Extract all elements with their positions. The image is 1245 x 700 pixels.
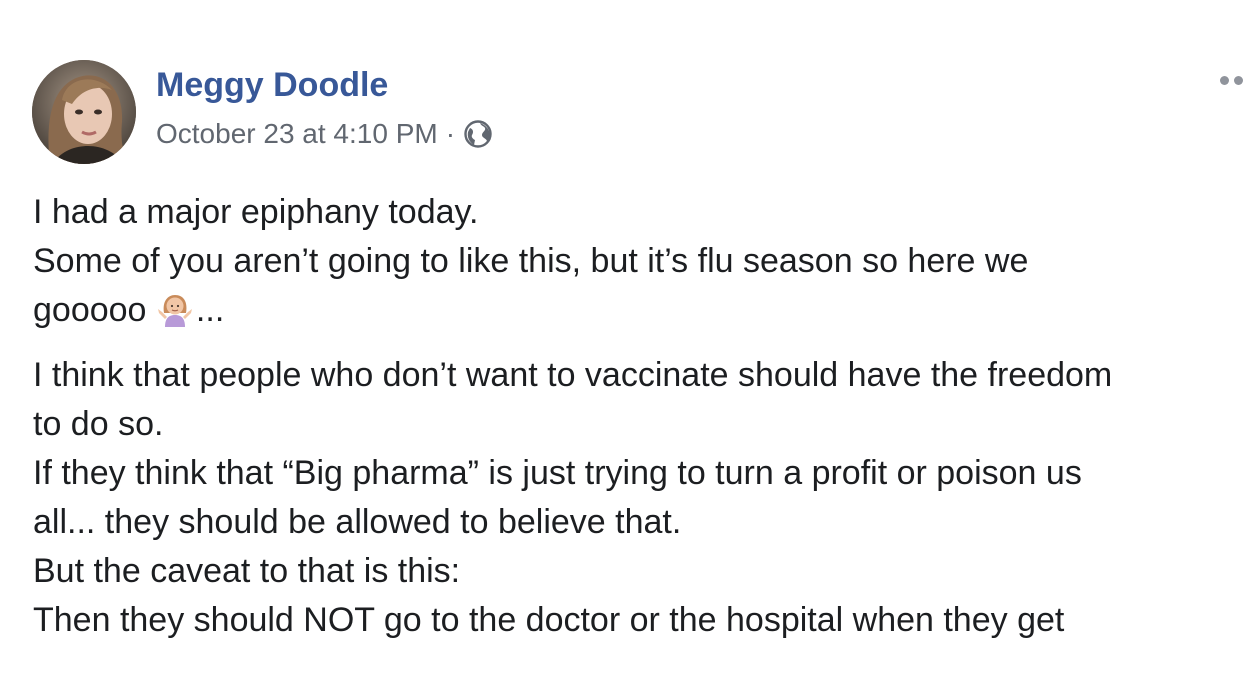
post-line: Some of you aren’t going to like this, b…: [33, 242, 1029, 280]
woman-shrugging-emoji-icon: [156, 291, 194, 329]
globe-icon[interactable]: [463, 119, 493, 149]
facebook-post: Meggy Doodle October 23 at 4:10 PM · I h…: [0, 0, 1245, 700]
post-timestamp[interactable]: October 23 at 4:10 PM: [156, 118, 438, 150]
avatar[interactable]: [32, 60, 136, 164]
post-line-text: gooooo: [33, 291, 147, 329]
post-line: I think that people who don’t want to va…: [33, 356, 1113, 394]
post-body: I had a major epiphany today. Some of yo…: [33, 188, 1238, 645]
post-line: Then they should NOT go to the doctor or…: [33, 601, 1065, 639]
post-line: But the caveat to that is this:: [33, 552, 461, 590]
author-name[interactable]: Meggy Doodle: [156, 66, 388, 105]
truncation-fade: [0, 640, 1245, 700]
post-line: I had a major epiphany today.: [33, 193, 479, 231]
meta-separator: ·: [445, 118, 456, 149]
post-line-ellipsis: ...: [195, 291, 225, 329]
post-line: If they think that “Big pharma” is just …: [33, 454, 1082, 492]
post-line: all... they should be allowed to believe…: [33, 503, 682, 541]
post-meta: October 23 at 4:10 PM ·: [156, 118, 493, 150]
post-line-emoji: gooooo ...: [33, 286, 1238, 335]
post-line: to do so.: [33, 405, 164, 443]
more-options-icon[interactable]: [1218, 72, 1245, 92]
profile-photo: [32, 60, 136, 164]
